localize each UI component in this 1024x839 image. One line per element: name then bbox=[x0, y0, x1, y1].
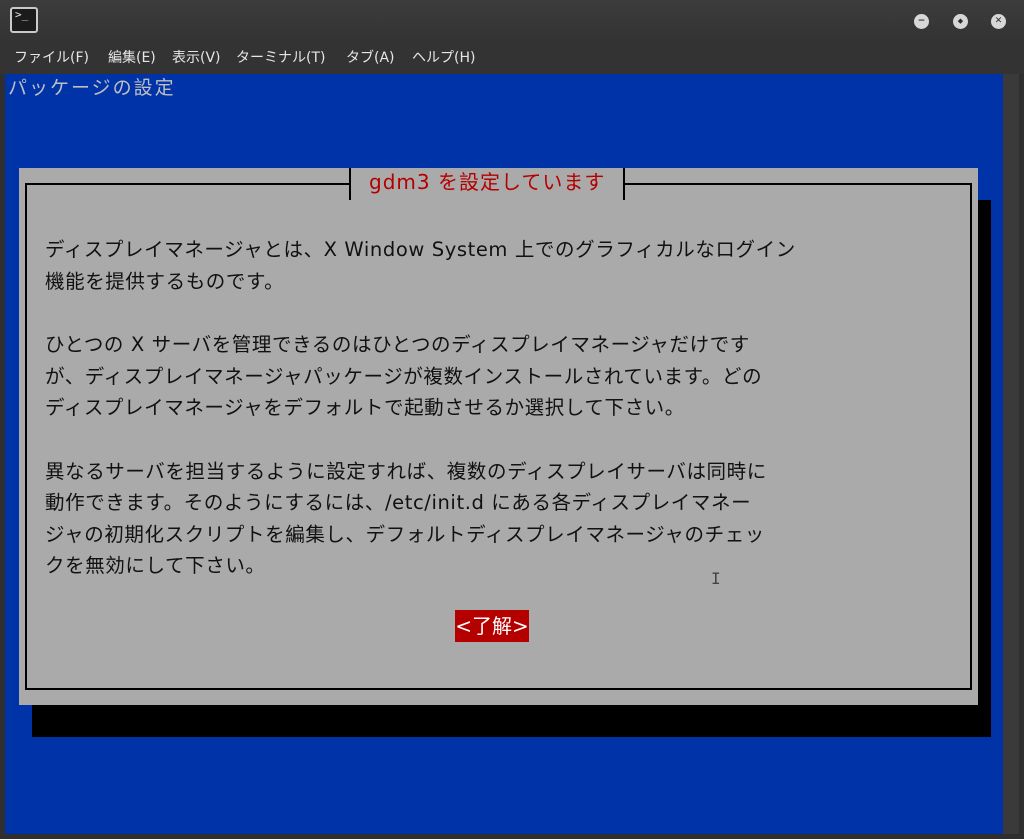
dialog-title-frame: gdm3 を設定しています bbox=[349, 168, 626, 200]
config-dialog: gdm3 を設定しています ディスプレイマネージャとは、X Window Sys… bbox=[19, 168, 978, 705]
minimize-button[interactable]: − bbox=[914, 14, 929, 29]
menu-bar: ファイル(F) 編集(E) 表示(V) ターミナル(T) タブ(A) ヘルプ(H… bbox=[0, 42, 1024, 74]
terminal-window: >_ − ◆ ✕ ファイル(F) 編集(E) 表示(V) ターミナル(T) タブ… bbox=[0, 0, 1024, 839]
terminal-screen[interactable]: パッケージの設定 gdm3 を設定しています ディスプレイマネージャとは、X W… bbox=[5, 74, 1003, 834]
close-button[interactable]: ✕ bbox=[991, 14, 1006, 29]
minimize-icon: − bbox=[917, 16, 926, 26]
terminal-prompt-icon: >_ bbox=[15, 8, 29, 21]
menu-view[interactable]: 表示(V) bbox=[172, 48, 221, 68]
dialog-paragraph: 異なるサーバを担当するように設定すれば、複数のディスプレイサーバは同時に 動作で… bbox=[45, 459, 767, 578]
backtitle: パッケージの設定 bbox=[8, 77, 176, 99]
terminal-app-icon: >_ bbox=[10, 7, 38, 33]
dialog-paragraph: ひとつの X サーバを管理できるのはひとつのディスプレイマネージャだけです が、… bbox=[45, 333, 763, 419]
ok-button[interactable]: <了解> bbox=[455, 610, 529, 642]
menu-edit[interactable]: 編集(E) bbox=[108, 48, 156, 68]
menu-tabs[interactable]: タブ(A) bbox=[346, 48, 395, 68]
menu-file[interactable]: ファイル(F) bbox=[14, 48, 89, 68]
dialog-paragraph: ディスプレイマネージャとは、X Window System 上でのグラフィカルな… bbox=[45, 238, 796, 293]
text-cursor-icon: I bbox=[711, 569, 721, 588]
dialog-body: ディスプレイマネージャとは、X Window System 上でのグラフィカルな… bbox=[45, 234, 955, 614]
dialog-title: gdm3 を設定しています bbox=[369, 170, 606, 194]
title-bar[interactable]: >_ − ◆ ✕ bbox=[0, 0, 1024, 42]
menu-help[interactable]: ヘルプ(H) bbox=[412, 48, 475, 68]
close-icon: ✕ bbox=[994, 16, 1003, 26]
maximize-icon: ◆ bbox=[957, 17, 964, 25]
terminal-scrollbar[interactable] bbox=[1003, 74, 1019, 834]
maximize-button[interactable]: ◆ bbox=[953, 14, 968, 29]
menu-terminal[interactable]: ターミナル(T) bbox=[236, 48, 325, 68]
